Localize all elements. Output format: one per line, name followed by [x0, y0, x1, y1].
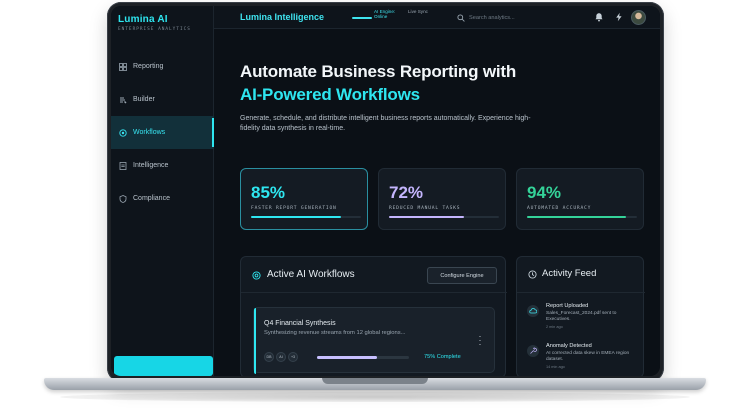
sidebar-nav: Reporting Builder Workflows Intelligence…	[111, 50, 214, 215]
app-window: Lumina AI ENTERPRISE ANALYTICS Reporting…	[111, 6, 660, 376]
search-icon	[457, 13, 465, 22]
sidebar-item-builder[interactable]: Builder	[111, 83, 214, 116]
workflow-description: Synthesizing revenue streams from 12 glo…	[264, 330, 406, 336]
sidebar-item-label: Compliance	[133, 195, 170, 202]
wrench-icon	[527, 345, 539, 357]
search-box[interactable]	[457, 12, 557, 23]
stat-value: 94%	[527, 183, 562, 202]
brand-logo[interactable]: Lumina AI	[118, 14, 168, 25]
stats-row: 85% FASTER REPORT GENERATION 72% REDUCED…	[240, 168, 644, 230]
stat-progress-fill	[527, 216, 626, 218]
document-icon	[119, 161, 127, 170]
bolt-icon[interactable]	[614, 12, 624, 22]
activity-description: AI corrected data skew in EMEA region da…	[546, 351, 630, 362]
brain-icon	[252, 271, 261, 280]
sidebar-item-compliance[interactable]: Compliance	[111, 182, 214, 215]
source-chips: DB AI +3	[264, 352, 300, 362]
panel-title: Activity Feed	[542, 268, 597, 279]
activity-description: Sales_Forecast_2024.pdf sent to Executiv…	[546, 311, 617, 322]
configure-engine-button[interactable]: Configure Engine	[427, 267, 497, 284]
panel-title: Active AI Workflows	[267, 269, 355, 280]
stat-label: FASTER REPORT GENERATION	[251, 206, 337, 211]
stat-progress-fill	[389, 216, 464, 218]
status-indicator	[352, 17, 372, 19]
top-bar: Lumina Intelligence AI Engine: Online Li…	[214, 6, 660, 29]
sidebar-item-reporting[interactable]: Reporting	[111, 50, 214, 83]
sidebar-item-label: Builder	[133, 96, 155, 103]
main-content: Automate Business Reporting with AI-Powe…	[214, 30, 660, 376]
workflow-card[interactable]: Q4 Financial Synthesis Synthesizing reve…	[253, 307, 495, 374]
sidebar-action-button[interactable]	[114, 356, 213, 376]
workflow-progress-track	[317, 356, 409, 359]
grid-icon	[119, 62, 127, 71]
source-chip: AI	[276, 352, 286, 362]
laptop-notch	[322, 378, 428, 384]
source-chip: DB	[264, 352, 274, 362]
laptop-screen: Lumina AI ENTERPRISE ANALYTICS Reporting…	[111, 6, 660, 376]
stat-progress-track	[251, 216, 361, 218]
bell-icon[interactable]	[594, 12, 604, 22]
engine-status: AI Engine: Online	[352, 9, 404, 25]
stat-card[interactable]: 94% AUTOMATED ACCURACY	[516, 168, 644, 230]
history-icon	[528, 270, 537, 279]
stat-label: REDUCED MANUAL TASKS	[389, 206, 461, 211]
stat-value: 85%	[251, 183, 286, 202]
sidebar-item-label: Intelligence	[133, 162, 169, 169]
app-title: Lumina Intelligence	[240, 12, 325, 22]
user-avatar[interactable]	[631, 10, 646, 25]
build-icon	[119, 96, 127, 104]
stat-card[interactable]: 85% FASTER REPORT GENERATION	[240, 168, 368, 230]
sidebar: Lumina AI ENTERPRISE ANALYTICS Reporting…	[111, 6, 214, 376]
hero-title-highlight: AI-Powered Workflows	[240, 85, 420, 104]
stat-progress-track	[389, 216, 499, 218]
more-options-icon[interactable]: · · ·	[476, 332, 484, 349]
workflow-icon	[119, 128, 127, 137]
hero-description: Generate, schedule, and distribute intel…	[240, 115, 531, 132]
shield-icon	[119, 194, 127, 203]
workflow-progress-fill	[317, 356, 377, 359]
sidebar-item-label: Reporting	[133, 63, 164, 70]
workflow-progress-label: 75% Complete	[424, 354, 461, 360]
status-text: AI Engine: Online	[374, 9, 396, 20]
activity-feed-panel: Activity Feed Report Uploaded Sales_Fore…	[516, 256, 645, 376]
sidebar-item-intelligence[interactable]: Intelligence	[111, 149, 214, 182]
stat-label: AUTOMATED ACCURACY	[527, 206, 592, 211]
stat-card[interactable]: 72% REDUCED MANUAL TASKS	[378, 168, 506, 230]
workflow-title: Q4 Financial Synthesis	[264, 320, 336, 327]
activity-title: Report Uploaded	[546, 303, 589, 309]
search-input[interactable]	[469, 14, 549, 21]
sidebar-item-workflows[interactable]: Workflows	[111, 116, 214, 149]
stat-progress-track	[527, 216, 637, 218]
device-stage: Lumina AI ENTERPRISE ANALYTICS Reporting…	[0, 0, 750, 415]
source-chip: +3	[288, 352, 298, 362]
panel-header: Activity Feed	[517, 257, 645, 293]
activity-time: 14 min ago	[546, 365, 565, 369]
activity-time: 2 min ago	[546, 325, 563, 329]
stat-progress-fill	[251, 216, 342, 218]
hero-title: Automate Business Reporting with	[240, 62, 517, 81]
cloud-upload-icon	[527, 305, 539, 317]
panel-header: Active AI Workflows Configure Engine	[241, 257, 507, 293]
laptop-shadow	[60, 392, 690, 402]
activity-title: Anomaly Detected	[546, 343, 592, 349]
brand-subtitle: ENTERPRISE ANALYTICS	[118, 27, 191, 32]
live-sync-label[interactable]: Live Sync	[408, 9, 428, 14]
stat-value: 72%	[389, 183, 424, 202]
sidebar-item-label: Workflows	[133, 129, 166, 136]
active-workflows-panel: Active AI Workflows Configure Engine Q4 …	[240, 256, 507, 376]
